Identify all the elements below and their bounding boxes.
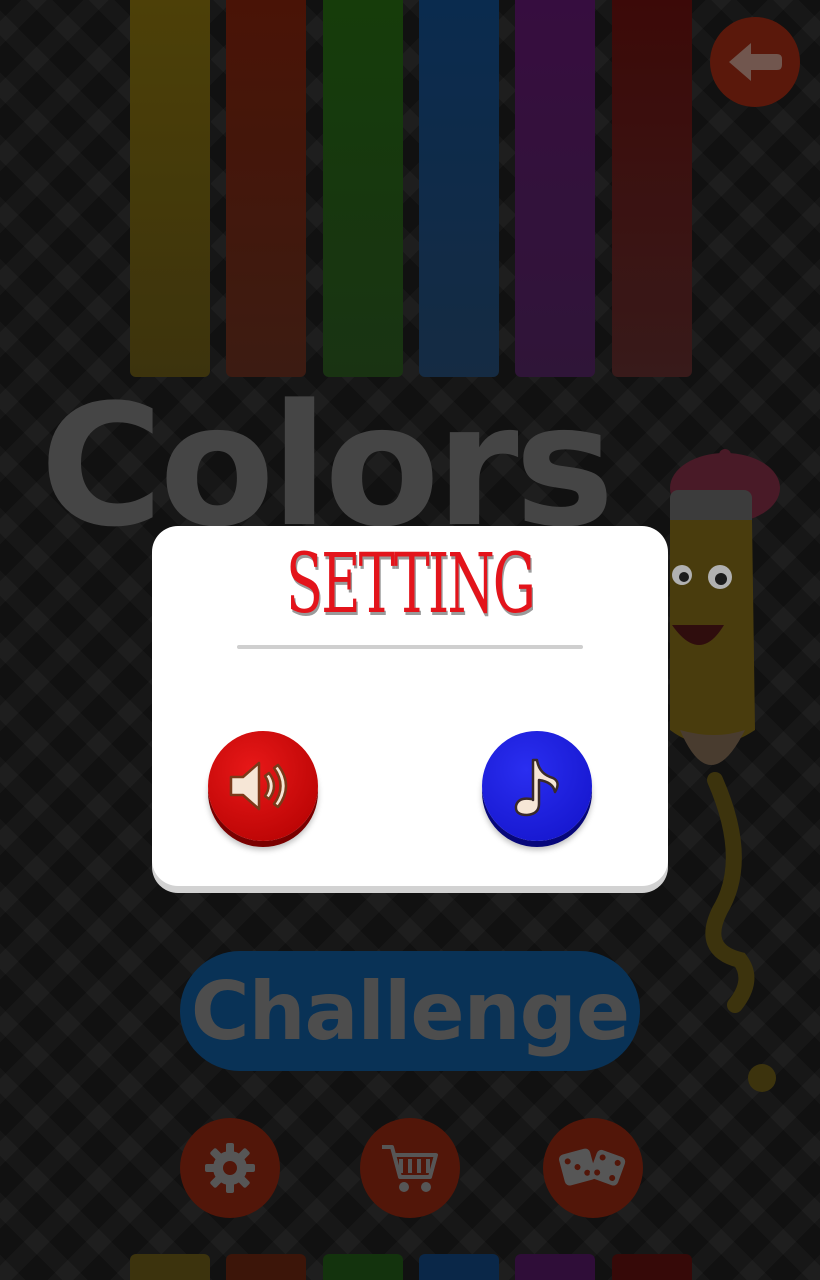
music-note-icon	[514, 758, 559, 817]
dialog-divider	[237, 645, 583, 649]
settings-dialog: SETTING	[152, 526, 668, 886]
speaker-icon	[229, 761, 288, 811]
dialog-title: SETTING	[286, 537, 536, 632]
sound-toggle-button[interactable]	[208, 731, 318, 841]
music-toggle-button[interactable]	[482, 731, 592, 841]
